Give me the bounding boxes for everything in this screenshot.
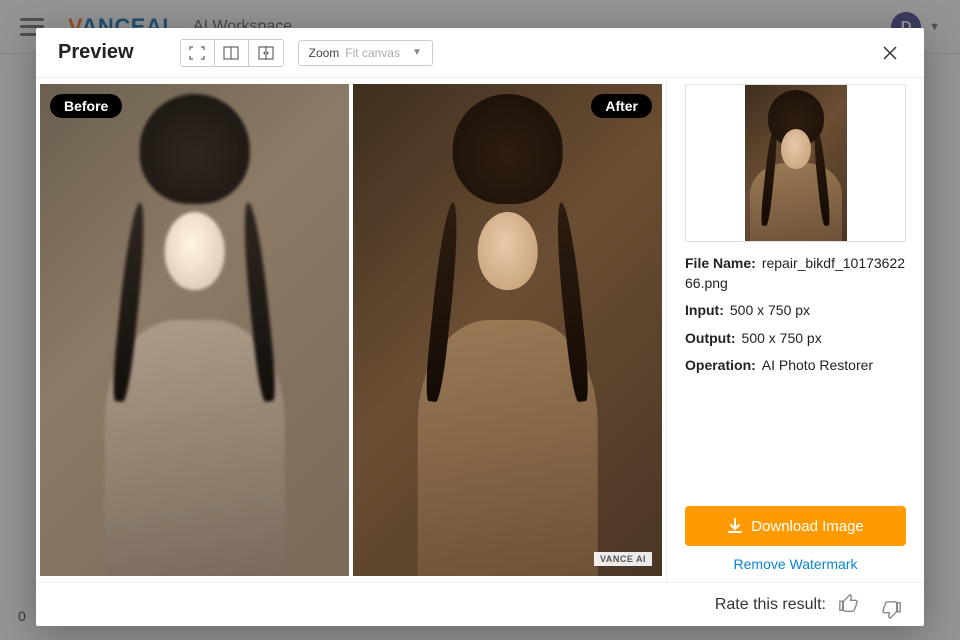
expand-icon: [189, 46, 205, 60]
modal-body: Before After VANCE AI: [36, 78, 924, 582]
thumbs-up-icon: [838, 592, 860, 614]
portrait-figure: [63, 84, 326, 576]
thumbs-up-button[interactable]: [838, 592, 864, 618]
output-label: Output:: [685, 330, 736, 346]
close-icon: [882, 45, 898, 61]
before-badge: Before: [50, 94, 122, 118]
download-icon: [727, 518, 743, 534]
filename-label: File Name:: [685, 255, 756, 271]
download-label: Download Image: [751, 518, 864, 535]
chevron-down-icon: ▼: [412, 47, 422, 58]
close-button[interactable]: [878, 41, 902, 65]
before-image[interactable]: Before: [40, 84, 349, 576]
after-badge: After: [591, 94, 652, 118]
zoom-label: Zoom: [309, 46, 340, 60]
download-button[interactable]: Download Image: [685, 506, 906, 546]
output-value: 500 x 750 px: [742, 330, 822, 346]
view-mode-toggle: [180, 39, 284, 67]
modal-footer: Rate this result:: [36, 582, 924, 626]
zoom-dropdown[interactable]: Zoom Fit canvas ▼: [298, 40, 433, 66]
preview-modal: Preview Zoom Fit canvas ▼: [36, 28, 924, 626]
after-image[interactable]: After VANCE AI: [353, 84, 662, 576]
rate-label: Rate this result:: [715, 596, 826, 614]
split-icon: [223, 46, 239, 60]
compare-pane: Before After VANCE AI: [36, 78, 666, 582]
operation-value: AI Photo Restorer: [762, 357, 873, 373]
portrait-figure: [376, 84, 639, 576]
watermark: VANCE AI: [594, 552, 652, 566]
meta-output: Output: 500 x 750 px: [685, 329, 906, 349]
meta-operation: Operation: AI Photo Restorer: [685, 356, 906, 376]
modal-title: Preview: [58, 41, 134, 64]
operation-label: Operation:: [685, 357, 756, 373]
remove-watermark-link[interactable]: Remove Watermark: [685, 556, 906, 572]
slider-icon: [258, 46, 274, 60]
view-split-button[interactable]: [215, 40, 249, 66]
result-thumbnail[interactable]: [685, 84, 906, 242]
side-panel: File Name:repair_bikdf_1017362266.png In…: [666, 78, 924, 582]
view-slider-button[interactable]: [249, 40, 283, 66]
input-label: Input:: [685, 302, 724, 318]
meta-input: Input: 500 x 750 px: [685, 301, 906, 321]
thumbnail-image: [745, 85, 847, 241]
zoom-value: Fit canvas: [345, 46, 400, 60]
view-fullscreen-button[interactable]: [181, 40, 215, 66]
thumbs-down-icon: [880, 599, 902, 621]
modal-header: Preview Zoom Fit canvas ▼: [36, 28, 924, 78]
meta-filename: File Name:repair_bikdf_1017362266.png: [685, 254, 906, 293]
input-value: 500 x 750 px: [730, 302, 810, 318]
thumbs-down-button[interactable]: [876, 595, 902, 621]
